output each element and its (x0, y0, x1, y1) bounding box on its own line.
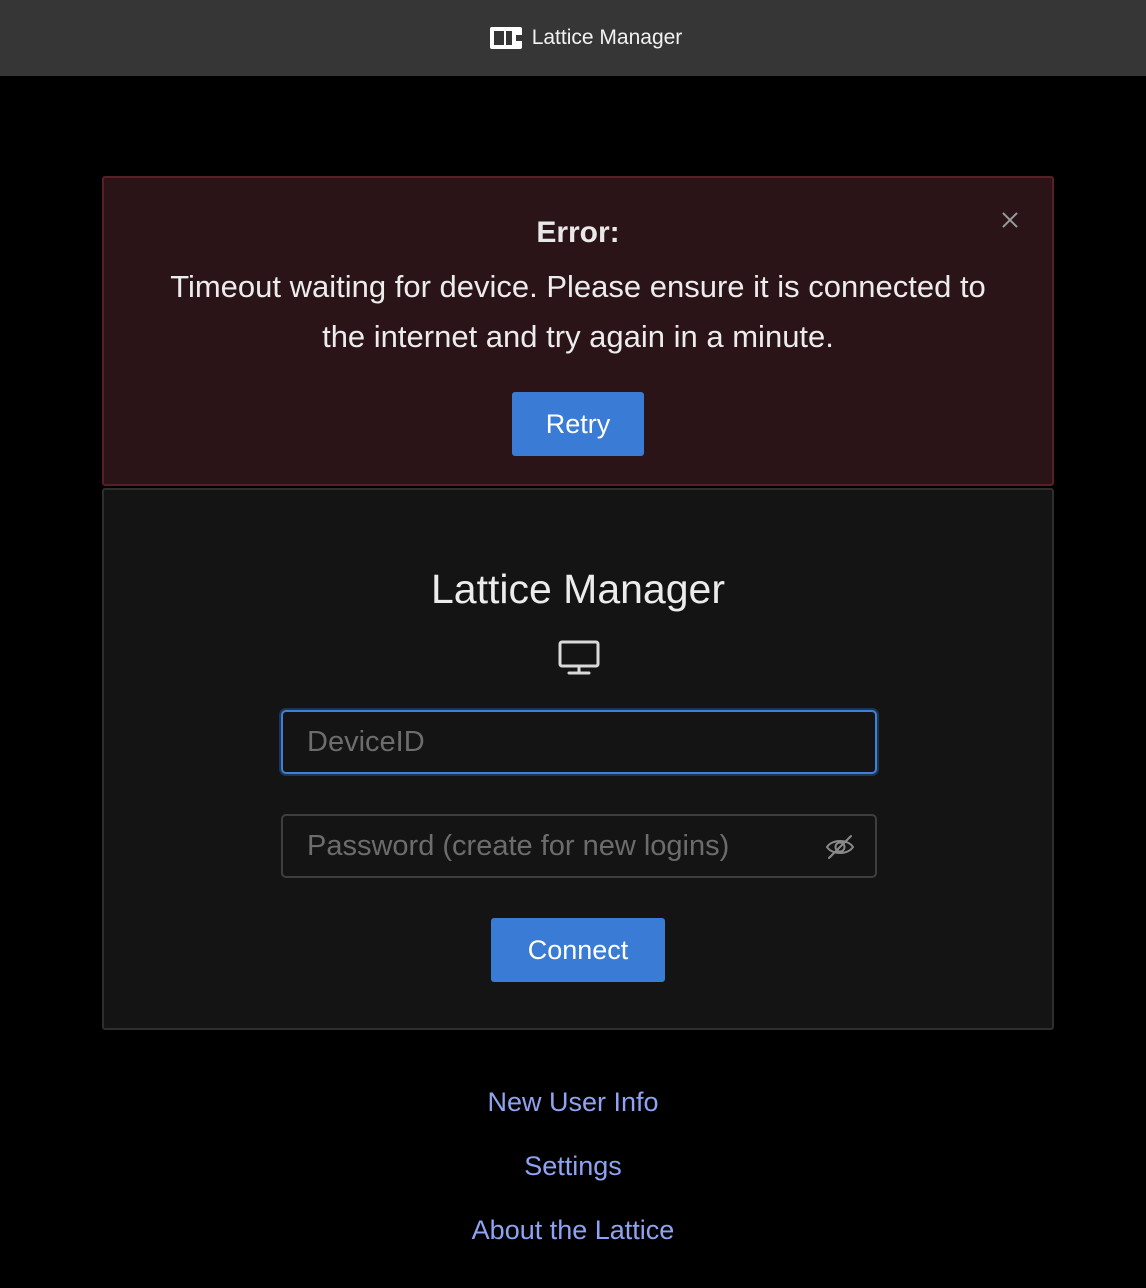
login-card: Lattice Manager Connect (102, 488, 1054, 1030)
window-title: Lattice Manager (531, 26, 683, 49)
about-link[interactable]: About the Lattice (0, 1208, 1146, 1272)
device-id-input[interactable] (283, 712, 875, 772)
retry-button[interactable]: Retry (512, 392, 644, 456)
new-user-info-link[interactable]: New User Info (0, 1080, 1146, 1144)
footer-links: New User Info Settings About the Lattice (0, 1080, 1146, 1272)
login-title: Lattice Manager (430, 566, 725, 612)
password-field-wrapper (281, 814, 877, 878)
eye-slash-icon[interactable] (825, 834, 855, 860)
error-banner: Error: Timeout waiting for device. Pleas… (102, 176, 1054, 486)
settings-link[interactable]: Settings (0, 1144, 1146, 1208)
title-bar-content: Lattice Manager (489, 26, 683, 50)
lattice-app-icon (489, 27, 522, 49)
close-icon[interactable] (998, 208, 1022, 232)
monitor-icon (558, 640, 600, 675)
device-id-field-wrapper (281, 710, 877, 774)
password-input[interactable] (283, 816, 875, 876)
connect-button[interactable]: Connect (491, 918, 665, 982)
error-message: Timeout waiting for device. Please ensur… (170, 269, 986, 354)
title-bar: Lattice Manager (0, 0, 1146, 76)
error-heading: Error: (536, 216, 620, 249)
